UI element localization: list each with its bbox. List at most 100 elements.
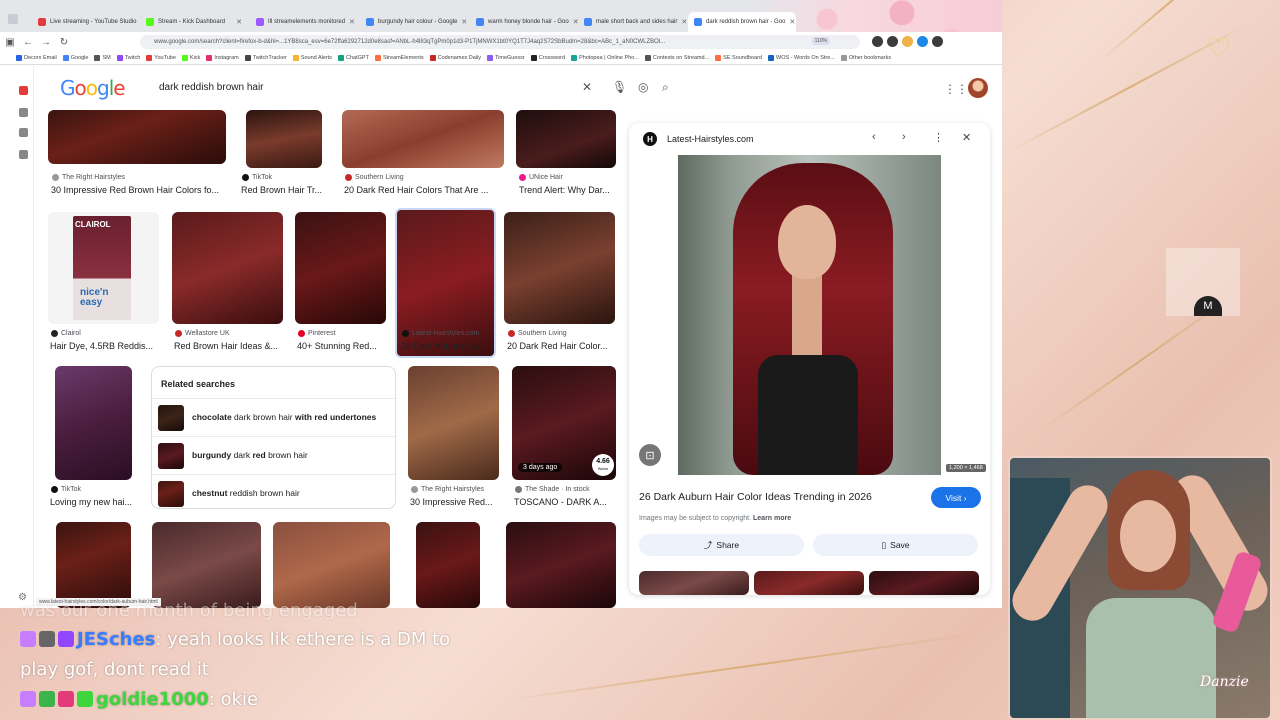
lens-icon[interactable]: ◎ bbox=[638, 80, 648, 94]
related-item[interactable]: chestnut reddish brown hair bbox=[152, 474, 395, 512]
bookmark-item[interactable]: Google bbox=[62, 55, 88, 61]
search-icon[interactable]: ⌕ bbox=[662, 80, 669, 95]
result-title[interactable]: 40+ Stunning Red... bbox=[297, 341, 387, 351]
result-source[interactable]: Pinterest bbox=[298, 330, 336, 337]
result-source[interactable]: Southern Living bbox=[508, 330, 567, 337]
bookmark-item[interactable]: SM bbox=[94, 55, 111, 61]
bookmark-item[interactable]: Instagram bbox=[206, 55, 239, 61]
preview-site-name[interactable]: Latest-Hairstyles.com bbox=[667, 134, 754, 144]
related-image[interactable] bbox=[869, 571, 979, 595]
result-image[interactable] bbox=[506, 522, 616, 608]
sidebar-youtube-icon[interactable] bbox=[19, 86, 28, 95]
bookmark-item[interactable]: Contests on Streamd... bbox=[644, 55, 709, 61]
result-source[interactable]: The Right Hairstyles bbox=[411, 486, 484, 493]
close-icon[interactable]: ✕ bbox=[962, 131, 971, 144]
bookmark-item[interactable]: Decorx Email bbox=[16, 55, 57, 61]
result-image[interactable] bbox=[408, 366, 499, 480]
result-image[interactable] bbox=[295, 212, 386, 324]
result-title[interactable]: 20 Dark Red Hair Color... bbox=[507, 341, 615, 351]
related-item[interactable]: burgundy dark red brown hair bbox=[152, 436, 395, 474]
zoom-indicator[interactable]: 110% bbox=[811, 37, 830, 45]
result-image[interactable] bbox=[55, 366, 132, 480]
reload-button[interactable]: ↻ bbox=[56, 34, 72, 50]
result-image[interactable] bbox=[246, 110, 322, 168]
bookmark-item[interactable]: StreamElements bbox=[374, 55, 424, 61]
preview-title[interactable]: 26 Dark Auburn Hair Color Ideas Trending… bbox=[639, 491, 872, 503]
bookmark-item[interactable]: Sound Alerts bbox=[292, 55, 332, 61]
tab[interactable]: Live streaming - YouTube Studio✕ bbox=[32, 12, 140, 32]
bookmark-item[interactable]: WOS - Words On Stre... bbox=[768, 55, 835, 61]
result-source[interactable]: Clairol bbox=[51, 330, 81, 337]
tab-close-icon[interactable]: ✕ bbox=[236, 18, 242, 26]
sidebar-history-icon[interactable] bbox=[19, 128, 28, 137]
tab-close-icon[interactable]: ✕ bbox=[681, 18, 686, 26]
tab[interactable]: Stream - Kick Dashboard ✕ bbox=[140, 12, 248, 32]
lens-search-icon[interactable]: ⊡ bbox=[639, 444, 661, 466]
bookmark-item[interactable]: Codenames Daily bbox=[429, 55, 481, 61]
bookmark-item[interactable]: Kick bbox=[181, 55, 200, 61]
forward-button[interactable]: → bbox=[38, 34, 54, 50]
back-button[interactable]: ← bbox=[20, 34, 36, 50]
result-image[interactable] bbox=[56, 522, 131, 608]
result-title[interactable]: Red Brown Hair Ideas &... bbox=[174, 341, 286, 351]
result-title[interactable]: 26 Dark Auburn Ha... bbox=[401, 341, 493, 351]
result-title[interactable]: 30 Impressive Red Brown Hair Colors fo..… bbox=[51, 185, 231, 195]
result-source[interactable]: Latest-Hairstyles.com bbox=[402, 330, 479, 337]
result-image[interactable] bbox=[416, 522, 480, 608]
sidebar-reading-icon[interactable] bbox=[19, 108, 28, 117]
result-image[interactable] bbox=[504, 212, 615, 324]
related-image[interactable] bbox=[754, 571, 864, 595]
avatar[interactable] bbox=[968, 78, 988, 98]
result-title[interactable]: 30 Impressive Red... bbox=[410, 497, 500, 507]
profile-icon[interactable] bbox=[917, 36, 928, 47]
result-image[interactable] bbox=[342, 110, 504, 168]
result-source[interactable]: Southern Living bbox=[345, 174, 404, 181]
tab[interactable]: Ill streamelements monitored ✕ bbox=[250, 12, 358, 32]
bookmark-item[interactable]: TwitchTracker bbox=[244, 55, 287, 61]
result-title[interactable]: TOSCANO - DARK A... bbox=[514, 497, 616, 507]
result-title[interactable]: 20 Dark Red Hair Colors That Are ... bbox=[344, 185, 504, 195]
bookmark-item[interactable]: SE Soundboard bbox=[715, 55, 762, 61]
tab[interactable]: dark reddish brown hair - Goo ✕ bbox=[688, 12, 796, 32]
result-source[interactable]: The Shade · In stock bbox=[515, 486, 590, 493]
result-title[interactable]: Loving my new hai... bbox=[50, 497, 138, 507]
mic-icon[interactable]: 🎙 bbox=[612, 80, 627, 94]
save-button[interactable]: ▯ Save bbox=[813, 534, 978, 556]
next-icon[interactable]: › bbox=[902, 131, 906, 143]
related-item[interactable]: chocolate dark brown hair with red under… bbox=[152, 398, 395, 436]
result-image[interactable] bbox=[172, 212, 283, 324]
result-image[interactable]: 3 days ago 4.66 Warm bbox=[512, 366, 616, 480]
sidebar-download-icon[interactable] bbox=[19, 150, 28, 159]
result-image[interactable] bbox=[48, 110, 226, 164]
bookmark-item[interactable]: Photopea | Online Pho... bbox=[571, 55, 639, 61]
sidebar-toggle-icon[interactable]: ▣ bbox=[2, 34, 18, 50]
extension-icon[interactable] bbox=[887, 36, 898, 47]
result-title[interactable]: Hair Dye, 4.5RB Reddis... bbox=[50, 341, 160, 351]
related-image[interactable] bbox=[639, 571, 749, 595]
bookmark-item[interactable]: YouTube bbox=[146, 55, 176, 61]
preview-image[interactable] bbox=[678, 155, 941, 475]
tab-close-icon[interactable]: ✕ bbox=[461, 18, 467, 26]
result-image[interactable] bbox=[273, 522, 390, 608]
bookmark-item[interactable]: TimeGuessr bbox=[487, 55, 525, 61]
result-image[interactable] bbox=[516, 110, 616, 168]
result-title[interactable]: Red Brown Hair Tr... bbox=[241, 185, 327, 195]
tab-groups-icon[interactable] bbox=[8, 14, 18, 24]
visit-button[interactable]: Visit › bbox=[931, 487, 981, 508]
result-source[interactable]: UNice Hair bbox=[519, 174, 563, 181]
search-input[interactable]: dark reddish brown hair bbox=[159, 82, 264, 93]
result-title[interactable]: Trend Alert: Why Dar... bbox=[519, 185, 615, 195]
tab-close-icon[interactable]: ✕ bbox=[349, 18, 355, 26]
tab-close-icon[interactable]: ✕ bbox=[789, 18, 795, 26]
more-options-icon[interactable]: ⋮ bbox=[933, 131, 944, 144]
bookmark-item[interactable]: ChatGPT bbox=[338, 55, 369, 61]
result-source[interactable]: The Right Hairstyles bbox=[52, 174, 125, 181]
bookmark-item[interactable]: Crossword bbox=[530, 55, 565, 61]
result-image[interactable] bbox=[152, 522, 261, 608]
menu-icon[interactable] bbox=[932, 36, 943, 47]
address-bar[interactable]: www.google.com/search?client=firefox-b-d… bbox=[140, 35, 860, 49]
tab[interactable]: burgundy hair colour - Google ✕ bbox=[360, 12, 468, 32]
search-box[interactable]: dark reddish brown hair ✕ 🎙 ◎ ⌕ bbox=[146, 74, 686, 102]
result-source[interactable]: Wellastore UK bbox=[175, 330, 230, 337]
tab[interactable]: male short back and sides hair ✕ bbox=[578, 12, 686, 32]
